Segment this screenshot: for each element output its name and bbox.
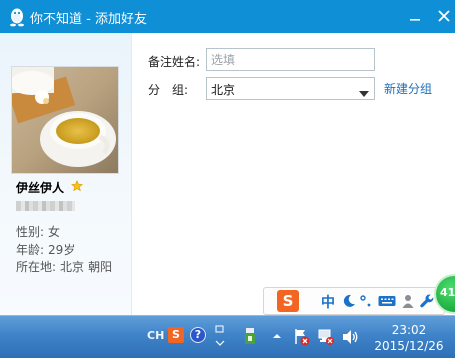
system-clock[interactable]: 23:02 2015/12/26 [370, 322, 448, 354]
language-indicator[interactable]: CH [147, 329, 164, 342]
new-group-link[interactable]: 新建分组 [384, 80, 432, 97]
ime-toolbar[interactable]: S 中 [263, 287, 445, 315]
location-line: 所在地: 北京 朝阳 [16, 258, 116, 275]
sogou-letter: S [282, 292, 294, 310]
ime-mode-chinese[interactable]: 中 [321, 292, 335, 312]
account-id-redacted [16, 201, 75, 211]
age-label: 年龄: [16, 243, 45, 257]
help-icon[interactable]: ? [190, 327, 206, 343]
gender-line: 性别: 女 [16, 223, 64, 240]
profile-panel: 伊丝伊人 性别: 女 年龄: 29岁 所在地: 北京 朝阳 [0, 33, 132, 315]
gender-value: 女 [48, 225, 61, 239]
sogou-ime-icon[interactable]: S [277, 290, 299, 312]
remark-name-input[interactable] [206, 48, 375, 71]
moon-icon[interactable] [342, 294, 356, 311]
group-selected-value: 北京 [211, 83, 236, 97]
group-label: 分 组: [148, 83, 189, 97]
group-select[interactable]: 北京 [206, 77, 375, 100]
sogou-tray-icon[interactable]: S [168, 327, 184, 343]
clock-time: 23:02 [391, 323, 427, 337]
keyboard-icon[interactable] [378, 294, 396, 311]
windows-taskbar: CH S ? 23:02 2015/12/26 [0, 315, 455, 358]
action-center-flag-icon[interactable] [293, 328, 311, 349]
nickname: 伊丝伊人 [16, 181, 65, 195]
volume-icon[interactable] [341, 328, 359, 349]
clock-date: 2015/12/26 [374, 339, 444, 353]
star-icon [70, 180, 83, 195]
age-line: 年龄: 29岁 [16, 241, 79, 258]
location-province: 北京 [60, 260, 85, 274]
caret-down-icon [359, 86, 369, 100]
minimize-button[interactable] [404, 5, 426, 27]
punctuation-icon[interactable] [360, 294, 372, 311]
floating-speed-ball-value: 41 [440, 286, 455, 299]
user-icon[interactable] [402, 294, 414, 311]
window-title: 你不知道 - 添加好友 [30, 12, 147, 27]
avatar [11, 66, 119, 174]
remark-label: 备注姓名: [148, 55, 201, 69]
close-icon [438, 10, 450, 22]
sogou-tray-letter: S [172, 328, 180, 341]
tray-expand-icon[interactable] [272, 330, 282, 344]
close-button[interactable] [433, 5, 455, 27]
wrench-icon[interactable] [420, 294, 434, 311]
qq-penguin-icon [8, 7, 26, 27]
usb-device-icon[interactable] [244, 328, 256, 347]
age-value: 29岁 [48, 243, 76, 257]
avatar-tea-image [12, 67, 118, 173]
help-symbol: ? [194, 328, 202, 341]
ime-options-icon[interactable] [215, 325, 225, 350]
location-city: 朝阳 [88, 260, 113, 274]
title-bar[interactable]: 你不知道 - 添加好友 [0, 0, 455, 33]
gender-label: 性别: [16, 225, 45, 239]
minimize-icon [410, 19, 420, 21]
location-label: 所在地: [16, 260, 57, 274]
nickname-row: 伊丝伊人 [16, 179, 83, 197]
network-icon[interactable] [317, 328, 335, 349]
